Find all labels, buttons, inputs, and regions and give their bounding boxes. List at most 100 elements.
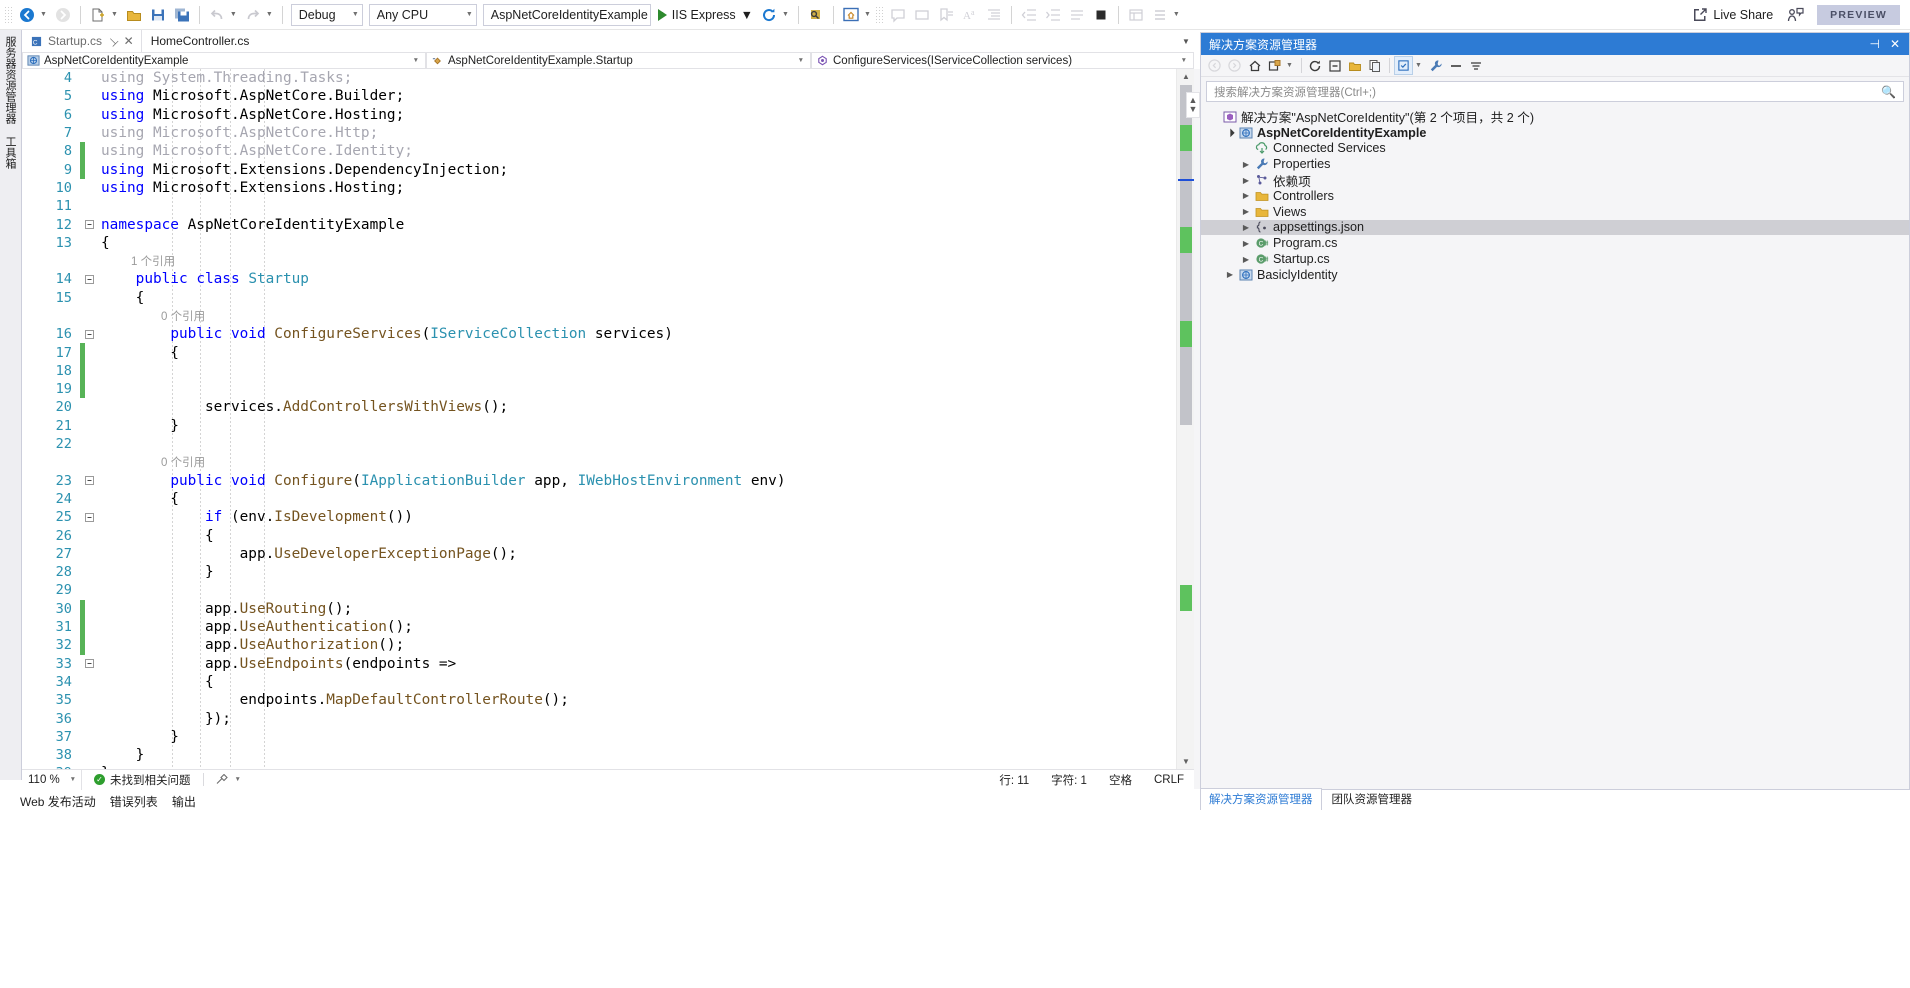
- hot-reload-icon[interactable]: [757, 3, 781, 27]
- fold-toggle-icon[interactable]: [85, 659, 101, 668]
- code-line[interactable]: 19: [22, 380, 1182, 398]
- grid-view-icon[interactable]: [1124, 3, 1148, 27]
- fold-toggle-icon[interactable]: [85, 330, 101, 339]
- show-documents-icon[interactable]: [1366, 56, 1385, 75]
- solution-platform-combo[interactable]: Any CPU ▼: [369, 4, 477, 26]
- navigate-backward-icon[interactable]: [15, 3, 39, 27]
- issues-indicator[interactable]: ✓ 未找到相关问题: [82, 772, 203, 788]
- tree-item[interactable]: ▶BasiclyIdentity: [1201, 267, 1909, 283]
- code-line[interactable]: 13{: [22, 234, 1182, 252]
- chevron-down-icon[interactable]: ▼: [741, 8, 753, 22]
- home-icon[interactable]: [1245, 56, 1264, 75]
- pin-icon[interactable]: ⊣: [105, 33, 121, 49]
- select-start-page-dropdown-icon[interactable]: ▼: [863, 3, 875, 27]
- expander-icon[interactable]: ▶: [1239, 223, 1253, 232]
- tab-startup-cs[interactable]: C Startup.cs ⊣ ✕: [22, 30, 142, 52]
- navigate-backward-dropdown-icon[interactable]: ▼: [39, 3, 51, 27]
- code-line[interactable]: 27 app.UseDeveloperExceptionPage();: [22, 545, 1182, 563]
- attach-to-process-icon[interactable]: [804, 3, 828, 27]
- scroll-up-icon[interactable]: ▲: [1177, 69, 1195, 84]
- code-line[interactable]: 36 });: [22, 709, 1182, 727]
- new-project-icon[interactable]: [86, 3, 110, 27]
- tree-item[interactable]: ▶依赖项: [1201, 172, 1909, 188]
- format-font-icon[interactable]: Aa: [958, 3, 982, 27]
- save-all-icon[interactable]: [170, 3, 194, 27]
- code-line[interactable]: 28 }: [22, 563, 1182, 581]
- tree-item[interactable]: ▶Controllers: [1201, 188, 1909, 204]
- undo-icon[interactable]: [205, 3, 229, 27]
- code-line[interactable]: 31 app.UseAuthentication();: [22, 618, 1182, 636]
- send-feedback-icon[interactable]: [1783, 3, 1807, 27]
- increase-indent-icon[interactable]: [1041, 3, 1065, 27]
- code-line[interactable]: 12namespace AspNetCoreIdentityExample: [22, 215, 1182, 233]
- code-line[interactable]: 32 app.UseAuthorization();: [22, 636, 1182, 654]
- hot-reload-dropdown-icon[interactable]: ▼: [781, 3, 793, 27]
- preview-selected-items-icon[interactable]: [1394, 56, 1413, 75]
- code-line[interactable]: 37 }: [22, 728, 1182, 746]
- tree-item[interactable]: 解决方案"AspNetCoreIdentity"(第 2 个项目，共 2 个): [1201, 109, 1909, 125]
- expander-icon[interactable]: ▶: [1239, 176, 1253, 185]
- list-view-dropdown-icon[interactable]: ▼: [1172, 3, 1184, 27]
- collapse-pane-icon[interactable]: [1447, 56, 1466, 75]
- close-icon[interactable]: ✕: [1885, 37, 1905, 51]
- tab-web-publish-activity[interactable]: Web 发布活动: [20, 793, 96, 810]
- codelens-reference-count[interactable]: 1 个引用: [22, 252, 1182, 270]
- comment-icon[interactable]: [886, 3, 910, 27]
- scroll-down-icon[interactable]: ▼: [1177, 754, 1195, 769]
- tree-item[interactable]: ▶Views: [1201, 204, 1909, 220]
- code-line[interactable]: 18: [22, 362, 1182, 380]
- navigate-forward-icon[interactable]: [51, 3, 75, 27]
- line-ending-mode[interactable]: CRLF: [1154, 774, 1184, 786]
- code-editor[interactable]: 4using System.Threading.Tasks;5using Mic…: [22, 69, 1194, 769]
- stop-icon[interactable]: [1089, 3, 1113, 27]
- startup-project-combo[interactable]: AspNetCoreIdentityExample ▼: [483, 4, 651, 26]
- tab-team-explorer[interactable]: 团队资源管理器: [1324, 789, 1421, 810]
- code-line[interactable]: 15 {: [22, 289, 1182, 307]
- tab-homecontroller-cs[interactable]: HomeController.cs: [142, 30, 257, 52]
- tree-item-selected[interactable]: ▶appsettings.json: [1201, 220, 1909, 236]
- code-line[interactable]: 35 endpoints.MapDefaultControllerRoute()…: [22, 691, 1182, 709]
- list-view-icon[interactable]: [1148, 3, 1172, 27]
- project-selector-combo[interactable]: AspNetCoreIdentityExample ▼: [22, 52, 426, 69]
- code-line[interactable]: 38 }: [22, 746, 1182, 764]
- expander-icon[interactable]: ▶: [1239, 191, 1253, 200]
- member-selector-combo[interactable]: ConfigureServices(IServiceCollection ser…: [811, 52, 1194, 69]
- code-line[interactable]: 11: [22, 197, 1182, 215]
- redo-dropdown-icon[interactable]: ▼: [265, 3, 277, 27]
- expander-icon[interactable]: ▶: [1239, 255, 1253, 264]
- editor-vertical-scrollbar[interactable]: ▲ ▼: [1176, 69, 1194, 769]
- decrease-indent-icon[interactable]: [1017, 3, 1041, 27]
- search-icon[interactable]: 🔍: [1878, 85, 1899, 99]
- solution-tree[interactable]: 解决方案"AspNetCoreIdentity"(第 2 个项目，共 2 个)◢…: [1201, 105, 1909, 283]
- code-line[interactable]: 9using Microsoft.Extensions.DependencyIn…: [22, 160, 1182, 178]
- splitter-grip-icon[interactable]: ▲▼: [1186, 92, 1200, 118]
- code-line[interactable]: 17 {: [22, 343, 1182, 361]
- refresh-icon[interactable]: [1306, 56, 1325, 75]
- code-line[interactable]: 34 {: [22, 673, 1182, 691]
- indent-block-icon[interactable]: [982, 3, 1006, 27]
- code-line[interactable]: 8using Microsoft.AspNetCore.Identity;: [22, 142, 1182, 160]
- code-line[interactable]: 22: [22, 435, 1182, 453]
- fold-toggle-icon[interactable]: [85, 476, 101, 485]
- code-line[interactable]: 20 services.AddControllersWithViews();: [22, 398, 1182, 416]
- codelens-reference-count[interactable]: 0 个引用: [22, 307, 1182, 325]
- select-start-page-icon[interactable]: [839, 3, 863, 27]
- pin-icon[interactable]: ⊣: [1864, 37, 1884, 51]
- fold-toggle-icon[interactable]: [85, 513, 101, 522]
- align-icon[interactable]: [1065, 3, 1089, 27]
- uncomment-icon[interactable]: [910, 3, 934, 27]
- tab-error-list[interactable]: 错误列表: [110, 793, 158, 810]
- code-line[interactable]: 5using Microsoft.AspNetCore.Builder;: [22, 87, 1182, 105]
- properties-wrench-icon[interactable]: [1427, 56, 1446, 75]
- search-input[interactable]: 搜索解决方案资源管理器(Ctrl+;) 🔍: [1206, 81, 1904, 102]
- expander-icon[interactable]: ▶: [1223, 270, 1237, 279]
- tree-item[interactable]: Connected Services: [1201, 141, 1909, 157]
- code-line[interactable]: 29: [22, 581, 1182, 599]
- solution-configuration-combo[interactable]: Debug ▼: [291, 4, 363, 26]
- undo-dropdown-icon[interactable]: ▼: [229, 3, 241, 27]
- code-line[interactable]: 24 {: [22, 490, 1182, 508]
- toolbar-grip[interactable]: [4, 6, 13, 24]
- code-line[interactable]: 4using System.Threading.Tasks;: [22, 69, 1182, 87]
- collapse-all-icon[interactable]: [1326, 56, 1345, 75]
- chevron-down-icon[interactable]: ▼: [1414, 54, 1426, 78]
